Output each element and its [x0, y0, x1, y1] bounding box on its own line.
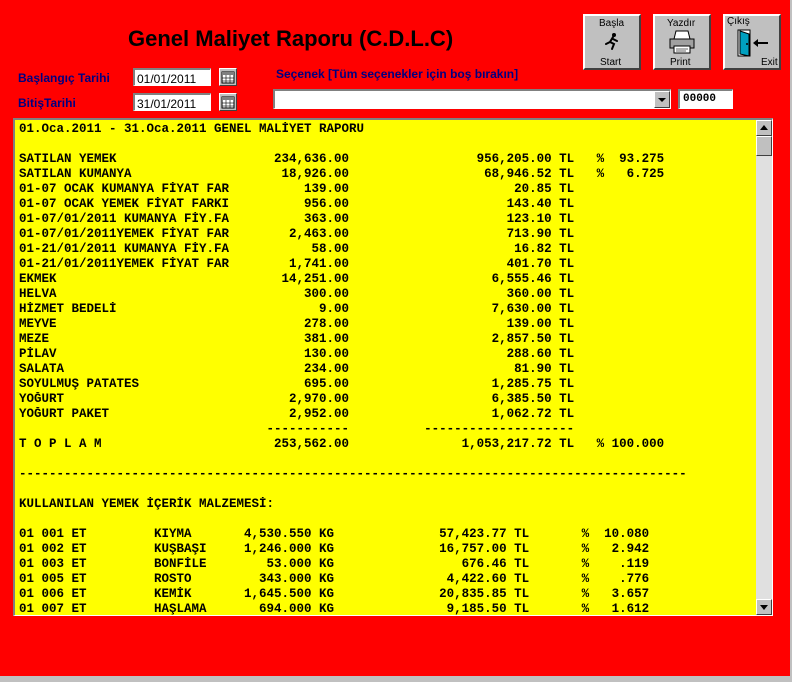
- exit-button[interactable]: Çıkış Exit: [723, 14, 781, 70]
- end-date-field[interactable]: 31/01/2011: [133, 93, 211, 111]
- report-line: 01 007 ET HAŞLAMA 694.000 KG 9,185.50 TL…: [19, 602, 650, 616]
- report-line: [19, 137, 755, 152]
- report-line: SOYULMUŞ PATATES 695.00 1,285.75 TL: [19, 377, 575, 391]
- report-line: 01 006 ET KEMİK 1,645.500 KG 20,835.85 T…: [19, 587, 650, 601]
- bottom-status-strip: [0, 676, 792, 682]
- report-line: YOĞURT PAKET 2,952.00 1,062.72 TL: [19, 407, 575, 421]
- report-line: 01.Oca.2011 - 31.Oca.2011 GENEL MALİYET …: [19, 122, 365, 136]
- report-line: 01-07/01/2011 KUMANYA FİY.FA 363.00 123.…: [19, 212, 575, 226]
- report-line: ----------------------------------------…: [19, 467, 687, 481]
- print-button-label-bottom: Print: [670, 57, 691, 68]
- report-line: PİLAV 130.00 288.60 TL: [19, 347, 575, 361]
- start-date-field[interactable]: 01/01/2011: [133, 68, 211, 86]
- printer-icon: [669, 30, 695, 54]
- report-line: T O P L A M 253,562.00 1,053,217.72 TL %…: [19, 437, 665, 451]
- end-date-calendar-icon[interactable]: [219, 93, 237, 111]
- start-button-label-bottom: Start: [600, 57, 622, 68]
- report-line: 01 001 ET KIYMA 4,530.550 KG 57,423.77 T…: [19, 527, 650, 541]
- report-form: Genel Maliyet Raporu (C.D.L.C) Başlangıç…: [0, 0, 792, 677]
- report-line: HİZMET BEDELİ 9.00 7,630.00 TL: [19, 302, 575, 316]
- start-date-label: Başlangıç Tarihi: [18, 71, 110, 85]
- report-line: ----------- --------------------: [19, 422, 575, 436]
- scroll-down-icon[interactable]: [756, 599, 772, 615]
- chevron-down-icon[interactable]: [654, 91, 670, 108]
- report-line: [19, 452, 755, 467]
- report-scrollbar[interactable]: [756, 120, 772, 615]
- print-button-label-top: Yazdır: [667, 18, 696, 29]
- report-line: [19, 512, 755, 527]
- report-line: HELVA 300.00 360.00 TL: [19, 287, 575, 301]
- report-line: KULLANILAN YEMEK İÇERİK MALZEMESİ:: [19, 497, 275, 511]
- report-line: 01-21/01/2011 KUMANYA FİY.FA 58.00 16.82…: [19, 242, 575, 256]
- report-line: MEZE 381.00 2,857.50 TL: [19, 332, 575, 346]
- report-line: 01-07 OCAK KUMANYA FİYAT FAR 139.00 20.8…: [19, 182, 575, 196]
- report-line: YOĞURT 2,970.00 6,385.50 TL: [19, 392, 575, 406]
- start-button-label-top: Başla: [599, 18, 625, 29]
- end-date-label: BitişTarihi: [18, 96, 76, 110]
- scroll-up-icon[interactable]: [756, 120, 772, 136]
- runner-icon: [605, 33, 618, 50]
- option-select[interactable]: [273, 89, 671, 109]
- start-date-calendar-icon[interactable]: [219, 68, 237, 86]
- exit-button-label-bottom: Exit: [761, 57, 778, 68]
- print-button[interactable]: Yazdır Print: [653, 14, 711, 70]
- report-line: MEYVE 278.00 139.00 TL: [19, 317, 575, 331]
- report-lines: 01.Oca.2011 - 31.Oca.2011 GENEL MALİYET …: [19, 122, 755, 616]
- report-line: 01 002 ET KUŞBAŞI 1,246.000 KG 16,757.00…: [19, 542, 650, 556]
- report-line: EKMEK 14,251.00 6,555.46 TL: [19, 272, 575, 286]
- report-line: 01 003 ET BONFİLE 53.000 KG 676.46 TL % …: [19, 557, 650, 571]
- report-line: SATILAN KUMANYA 18,926.00 68,946.52 TL %…: [19, 167, 665, 181]
- code-field[interactable]: 00000: [678, 89, 733, 109]
- report-line: SATILAN YEMEK 234,636.00 956,205.00 TL %…: [19, 152, 665, 166]
- option-label: Seçenek [Tüm seçenekler için boş bırakın…: [276, 67, 519, 81]
- exit-button-label-top: Çıkış: [727, 16, 750, 27]
- exit-door-icon: [737, 29, 768, 57]
- scroll-thumb[interactable]: [756, 136, 772, 156]
- report-line: 01-07 OCAK YEMEK FİYAT FARKI 956.00 143.…: [19, 197, 575, 211]
- report-line: 01-07/01/2011YEMEK FİYAT FAR 2,463.00 71…: [19, 227, 575, 241]
- report-line: 01 005 ET ROSTO 343.000 KG 4,422.60 TL %…: [19, 572, 650, 586]
- report-line: [19, 482, 755, 497]
- report-line: 01-21/01/2011YEMEK FİYAT FAR 1,741.00 40…: [19, 257, 575, 271]
- page-title: Genel Maliyet Raporu (C.D.L.C): [128, 26, 454, 51]
- report-line: SALATA 234.00 81.90 TL: [19, 362, 575, 376]
- report-textarea[interactable]: 01.Oca.2011 - 31.Oca.2011 GENEL MALİYET …: [13, 118, 773, 616]
- start-button[interactable]: Başla Start: [583, 14, 641, 70]
